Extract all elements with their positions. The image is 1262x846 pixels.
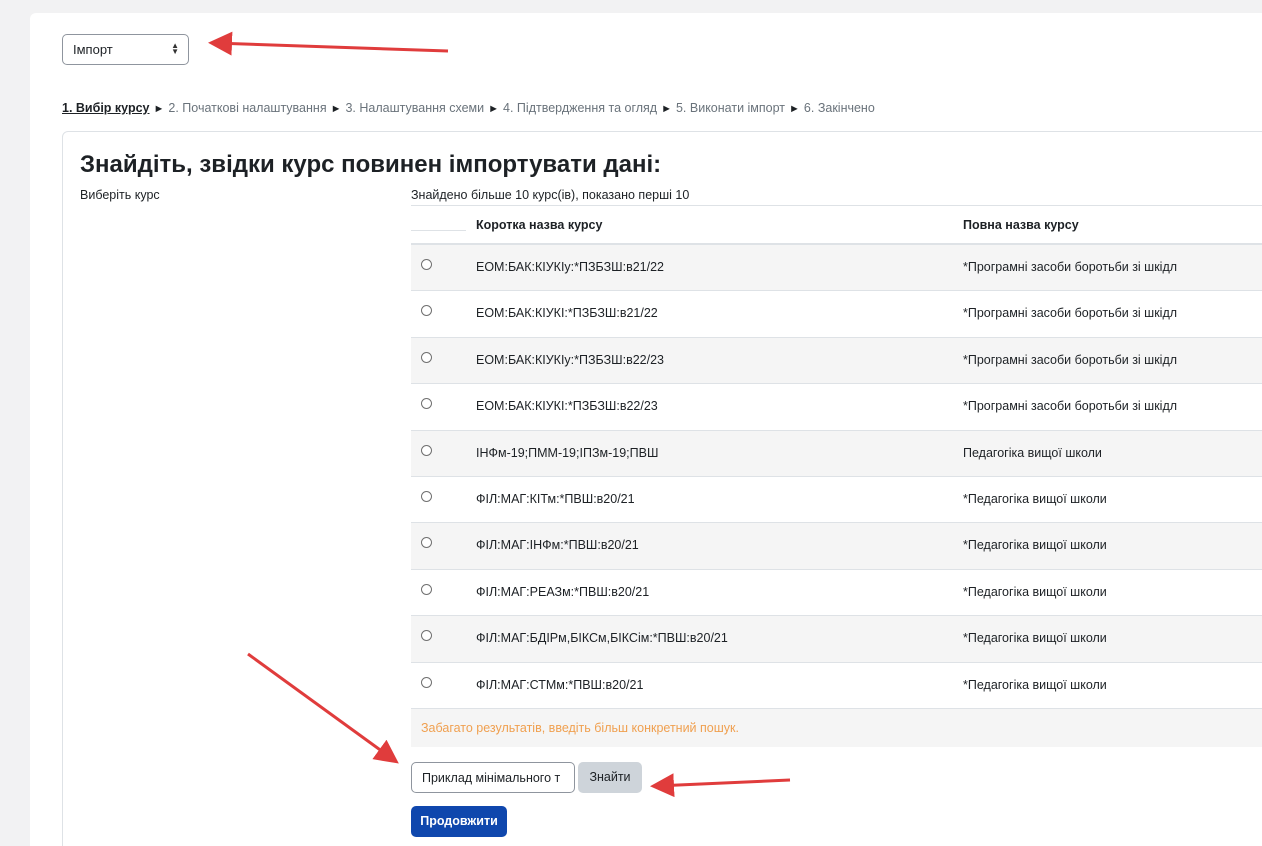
annotation-arrow-search-input: [247, 652, 399, 764]
annotation-arrow-search-button: [650, 773, 791, 798]
annotation-arrow-select: [208, 31, 449, 56]
annotation-arrows: [208, 31, 791, 798]
